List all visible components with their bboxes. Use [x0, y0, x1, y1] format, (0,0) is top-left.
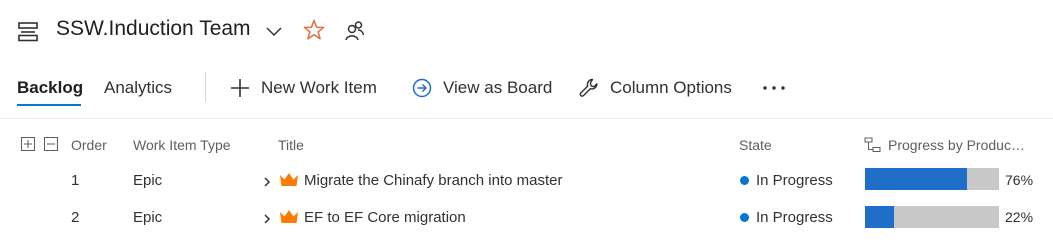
progress-bar-fill: [865, 168, 967, 190]
progress-bar-fill: [865, 206, 895, 228]
view-as-board-button[interactable]: View as Board: [411, 75, 552, 101]
team-name[interactable]: SSW.Induction Team: [56, 17, 251, 41]
wrench-icon: [579, 78, 598, 97]
work-item-title-link[interactable]: EF to EF Core migration: [304, 209, 466, 226]
view-as-board-label: View as Board: [443, 78, 553, 97]
plus-icon: [231, 79, 249, 97]
progress-bar: [865, 168, 999, 190]
arrow-circle-icon: [412, 78, 432, 98]
collapse-all-icon[interactable]: [44, 137, 58, 151]
chevron-right-icon[interactable]: [262, 175, 272, 187]
row-order: 2: [71, 209, 80, 226]
new-work-item-label: New Work Item: [261, 78, 377, 97]
row-work-item-type: Epic: [133, 209, 163, 226]
epic-crown-icon: [279, 172, 299, 188]
toolbar-divider: [0, 118, 1053, 119]
chevron-down-icon[interactable]: [265, 24, 283, 38]
row-order: 1: [71, 172, 80, 189]
progress-bar: [865, 206, 999, 228]
expand-all-icon[interactable]: [21, 137, 35, 151]
column-header-title[interactable]: Title: [278, 137, 304, 153]
team-members-icon[interactable]: [343, 20, 365, 42]
row-state: In Progress: [756, 172, 833, 189]
backlog-board-icon: [17, 22, 39, 42]
epic-crown-icon: [279, 209, 299, 225]
new-work-item-button[interactable]: New Work Item: [229, 75, 377, 101]
row-work-item-type: Epic: [133, 172, 163, 189]
column-header-progress[interactable]: Progress by Product ...: [888, 137, 1028, 153]
active-tab-indicator: [17, 104, 81, 106]
chevron-right-icon[interactable]: [262, 212, 272, 224]
column-header-state[interactable]: State: [739, 137, 772, 153]
state-dot-icon: [740, 176, 749, 185]
toolbar-separator: [205, 72, 206, 102]
state-dot-icon: [740, 213, 749, 222]
hierarchy-icon: [864, 137, 882, 153]
column-options-button[interactable]: Column Options: [578, 75, 732, 101]
tab-analytics[interactable]: Analytics: [104, 78, 172, 98]
row-state: In Progress: [756, 209, 833, 226]
ellipsis-icon[interactable]: [761, 78, 787, 98]
column-header-work-item-type[interactable]: Work Item Type: [133, 137, 231, 153]
column-options-label: Column Options: [610, 78, 732, 97]
column-header-order[interactable]: Order: [71, 137, 107, 153]
star-icon[interactable]: [303, 19, 325, 41]
work-item-title-link[interactable]: Migrate the Chinafy branch into master: [304, 172, 562, 189]
progress-percent: 76%: [1005, 172, 1034, 188]
progress-percent: 22%: [1005, 209, 1034, 225]
tab-backlog[interactable]: Backlog: [17, 78, 83, 98]
